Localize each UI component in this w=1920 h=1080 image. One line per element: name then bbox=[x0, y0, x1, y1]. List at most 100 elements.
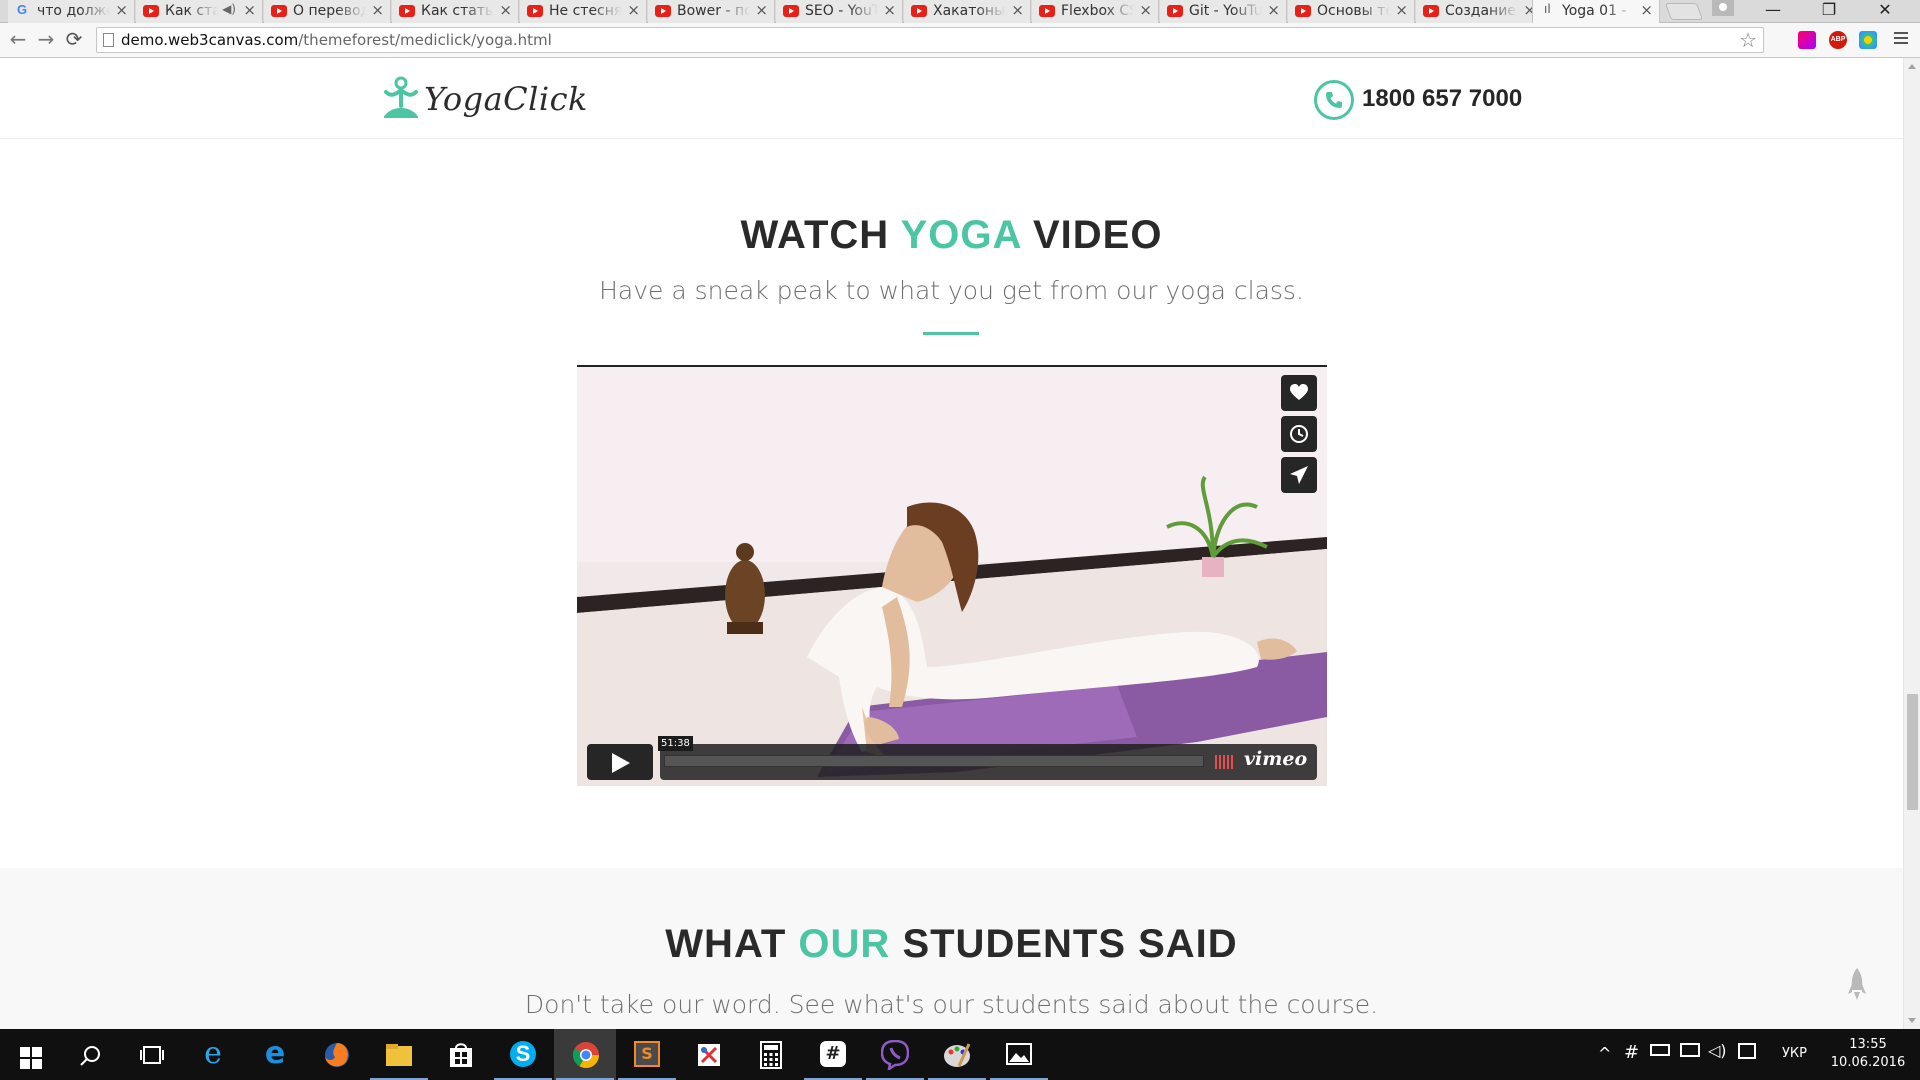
tab-close-icon[interactable]: × bbox=[115, 1, 128, 19]
tab-title: Основы те bbox=[1317, 2, 1390, 20]
taskbar-app[interactable] bbox=[306, 1029, 368, 1080]
action-center-icon[interactable] bbox=[1738, 1043, 1756, 1059]
tab-close-icon[interactable]: × bbox=[1640, 1, 1653, 19]
scroll-down-arrow-icon[interactable] bbox=[1908, 1018, 1916, 1023]
tab-close-icon[interactable]: × bbox=[755, 1, 768, 19]
extension-icon[interactable] bbox=[1859, 31, 1877, 49]
watch-later-button[interactable] bbox=[1281, 416, 1317, 452]
task-view-icon bbox=[140, 1046, 164, 1064]
profile-icon[interactable] bbox=[1712, 0, 1734, 16]
browser-tab[interactable]: Не стесняйтесь × bbox=[520, 0, 647, 23]
audio-playing-icon[interactable]: ◀) bbox=[222, 2, 236, 16]
volume-icon[interactable]: ◁) bbox=[1708, 1041, 1727, 1060]
scroll-up-arrow-icon[interactable] bbox=[1908, 64, 1916, 69]
internet-explorer-icon: e bbox=[204, 1036, 222, 1071]
taskbar-app[interactable] bbox=[554, 1029, 616, 1080]
reload-button[interactable]: ⟳ bbox=[62, 27, 86, 51]
tab-close-icon[interactable]: × bbox=[499, 1, 512, 19]
clock[interactable]: 13:55 10.06.2016 bbox=[1828, 1036, 1908, 1072]
browser-tab[interactable]: Хакатоны × bbox=[904, 0, 1031, 23]
start-button[interactable] bbox=[0, 1029, 60, 1080]
browser-tab[interactable]: Как стать фронтенд × bbox=[392, 0, 519, 23]
page-scrollbar[interactable] bbox=[1903, 58, 1920, 1029]
url-text[interactable]: demo.web3canvas.com/themeforest/mediclic… bbox=[121, 31, 552, 49]
browser-tab[interactable]: Как стать ◀) × bbox=[136, 0, 263, 23]
browser-tab[interactable]: О переводе × bbox=[264, 0, 391, 23]
tab-close-icon[interactable]: × bbox=[1011, 1, 1024, 19]
tab-close-icon[interactable]: × bbox=[1395, 1, 1408, 19]
sublime-text-icon: S bbox=[634, 1041, 660, 1067]
browser-tab[interactable]: Bower - по × bbox=[648, 0, 775, 23]
phone-number[interactable]: 1800 657 7000 bbox=[1362, 85, 1522, 113]
volume-icon[interactable] bbox=[1215, 755, 1239, 769]
browser-tab[interactable]: SEO - YouTube × bbox=[776, 0, 903, 23]
youtube-icon bbox=[655, 5, 671, 17]
browser-tab[interactable]: что должен знать × bbox=[8, 0, 135, 23]
minimize-button[interactable]: — bbox=[1750, 0, 1796, 22]
show-hidden-icons-icon[interactable]: ^ bbox=[1598, 1044, 1611, 1063]
browser-tab[interactable]: Git - YouTube × bbox=[1160, 0, 1287, 23]
taskbar-app[interactable] bbox=[988, 1029, 1050, 1080]
slack-tray-icon[interactable]: # bbox=[1624, 1042, 1639, 1063]
tab-close-icon[interactable]: × bbox=[627, 1, 640, 19]
input-language[interactable]: УКР bbox=[1782, 1046, 1807, 1061]
taskbar-app[interactable] bbox=[430, 1029, 492, 1080]
back-to-top-rocket-icon[interactable] bbox=[1848, 968, 1866, 1002]
progress-bar[interactable]: 51:38 vimeo bbox=[658, 736, 1317, 780]
network-icon[interactable] bbox=[1680, 1043, 1700, 1057]
task-view-button[interactable] bbox=[120, 1029, 182, 1080]
browser-tab[interactable]: Основы те × bbox=[1288, 0, 1415, 23]
address-bar[interactable]: demo.web3canvas.com/themeforest/mediclic… bbox=[96, 27, 1764, 53]
scroll-thumb[interactable] bbox=[1907, 694, 1918, 810]
tab-title: Создание bbox=[1445, 2, 1518, 20]
new-tab-button[interactable] bbox=[1664, 3, 1704, 20]
yoga-logo-icon[interactable] bbox=[384, 76, 418, 122]
bookmark-star-icon[interactable]: ☆ bbox=[1739, 28, 1757, 52]
site-header: YogaClick 1800 657 7000 bbox=[0, 58, 1903, 139]
tab-close-icon[interactable]: × bbox=[371, 1, 384, 19]
extension-icon[interactable] bbox=[1798, 31, 1816, 49]
title-part: VIDEO bbox=[1033, 213, 1163, 257]
photos-icon bbox=[1006, 1043, 1032, 1065]
play-button[interactable] bbox=[587, 744, 653, 780]
progress-track[interactable]: 51:38 bbox=[658, 736, 1204, 767]
taskbar-app[interactable]: S bbox=[616, 1029, 678, 1080]
browser-tab[interactable]: Flexbox CSS × bbox=[1032, 0, 1159, 23]
taskbar-app[interactable] bbox=[368, 1029, 430, 1080]
youtube-icon bbox=[911, 5, 927, 17]
vimeo-logo[interactable]: vimeo bbox=[1244, 748, 1307, 770]
search-icon bbox=[80, 1046, 100, 1066]
tab-title: что должен знать bbox=[37, 2, 110, 20]
forward-button[interactable]: → bbox=[34, 27, 58, 51]
tab-title: Yoga 01 - bbox=[1562, 2, 1635, 20]
like-button[interactable] bbox=[1281, 375, 1317, 411]
snipping-tool-icon bbox=[698, 1044, 720, 1066]
taskbar-app[interactable] bbox=[864, 1029, 926, 1080]
adblock-plus-icon[interactable]: ABP bbox=[1829, 31, 1847, 49]
back-button[interactable]: ← bbox=[6, 27, 30, 51]
battery-icon[interactable] bbox=[1650, 1044, 1670, 1056]
tab-close-icon[interactable]: × bbox=[1267, 1, 1280, 19]
search-button[interactable] bbox=[60, 1029, 122, 1080]
share-button[interactable] bbox=[1281, 457, 1317, 493]
restore-button[interactable]: ❐ bbox=[1806, 0, 1852, 22]
browser-tab[interactable]: Создание × bbox=[1416, 0, 1543, 23]
tab-close-icon[interactable]: × bbox=[1139, 1, 1152, 19]
tab-title: Как стать bbox=[165, 2, 218, 20]
tab-title: О переводе bbox=[293, 2, 366, 20]
video-player[interactable]: 51:38 vimeo bbox=[577, 365, 1327, 786]
slack-icon: # bbox=[820, 1041, 846, 1067]
close-window-button[interactable]: ✕ bbox=[1862, 0, 1908, 22]
taskbar-app[interactable]: S bbox=[492, 1029, 554, 1080]
taskbar-app[interactable] bbox=[740, 1029, 802, 1080]
tab-close-icon[interactable]: × bbox=[243, 1, 256, 19]
taskbar-app[interactable]: # bbox=[802, 1029, 864, 1080]
taskbar-app[interactable]: e bbox=[244, 1029, 306, 1080]
taskbar-app[interactable] bbox=[678, 1029, 740, 1080]
browser-tab-active[interactable]: Yoga 01 - × bbox=[1532, 0, 1660, 23]
tab-close-icon[interactable]: × bbox=[883, 1, 896, 19]
logo-text[interactable]: YogaClick bbox=[424, 80, 588, 118]
taskbar-app[interactable] bbox=[926, 1029, 988, 1080]
menu-icon[interactable] bbox=[1894, 32, 1908, 46]
taskbar-app[interactable]: e bbox=[182, 1029, 244, 1080]
